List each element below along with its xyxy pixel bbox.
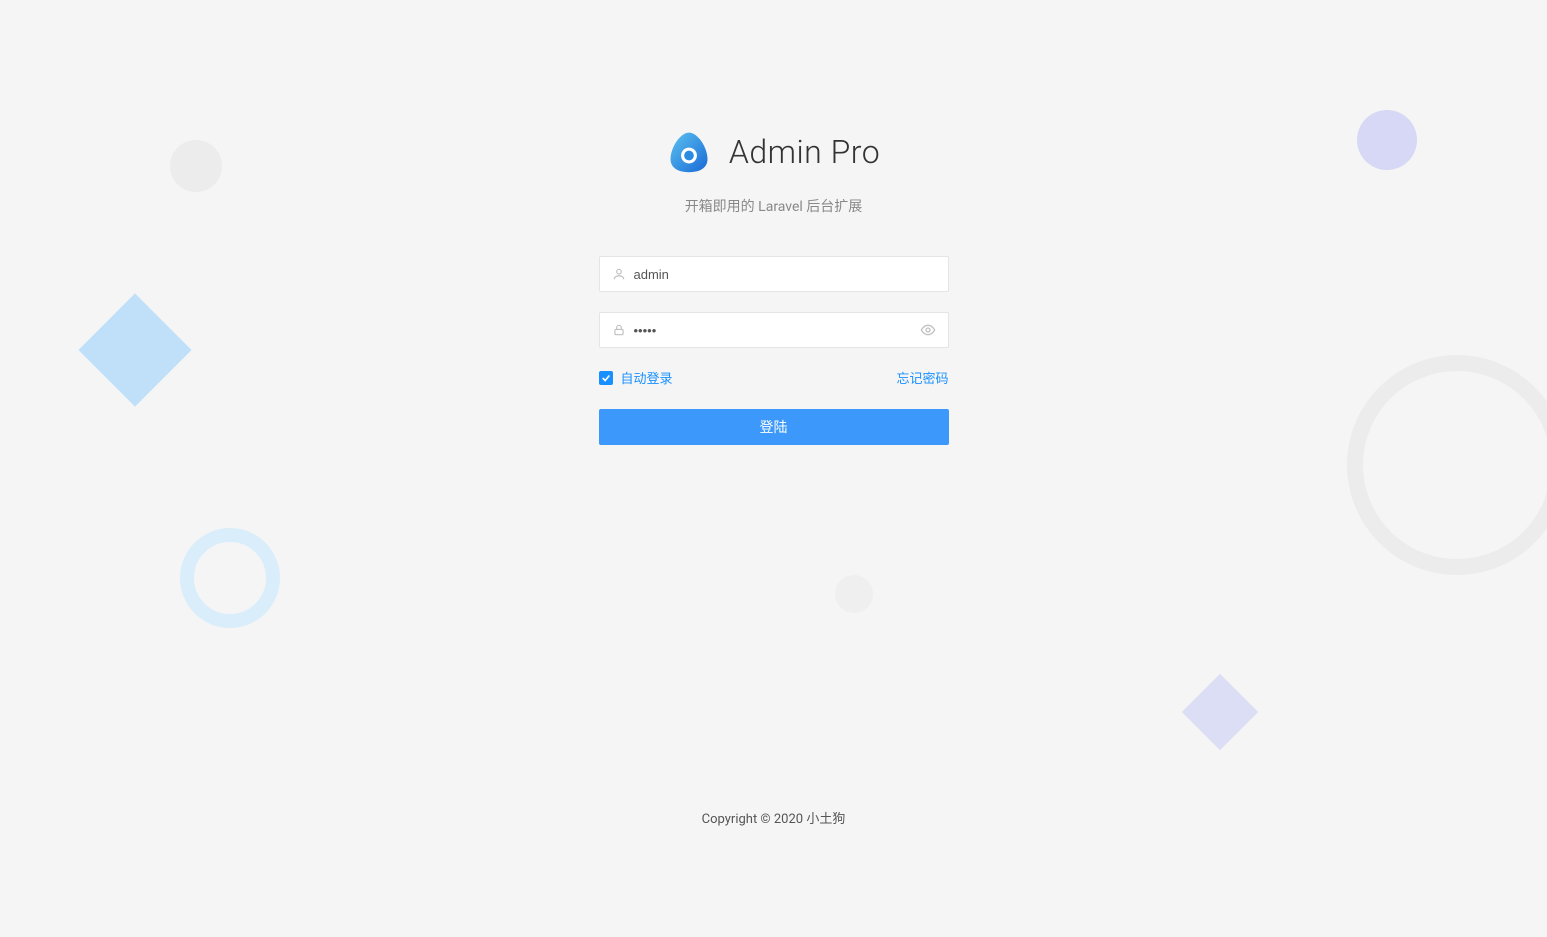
username-field-wrap[interactable]: [599, 256, 949, 292]
checkbox-icon: [599, 371, 613, 385]
logo-icon: [667, 130, 711, 174]
app-title: Admin Pro: [729, 133, 880, 171]
app-subtitle: 开箱即用的 Laravel 后台扩展: [685, 196, 863, 216]
forgot-password-link[interactable]: 忘记密码: [896, 368, 948, 387]
remember-checkbox[interactable]: 自动登录: [599, 368, 673, 387]
username-input[interactable]: [626, 257, 936, 291]
remember-label: 自动登录: [621, 368, 673, 387]
eye-icon[interactable]: [920, 322, 936, 338]
login-form: 自动登录 忘记密码 登陆: [599, 256, 949, 445]
user-icon: [612, 267, 626, 281]
lock-icon: [612, 323, 626, 337]
footer-copyright: Copyright © 2020 小土狗: [0, 808, 1547, 827]
password-input[interactable]: [626, 313, 920, 347]
form-options-row: 自动登录 忘记密码: [599, 368, 949, 387]
login-page: Admin Pro 开箱即用的 Laravel 后台扩展: [0, 0, 1547, 937]
password-field-wrap[interactable]: [599, 312, 949, 348]
login-button[interactable]: 登陆: [599, 409, 949, 445]
login-header: Admin Pro: [667, 130, 880, 174]
